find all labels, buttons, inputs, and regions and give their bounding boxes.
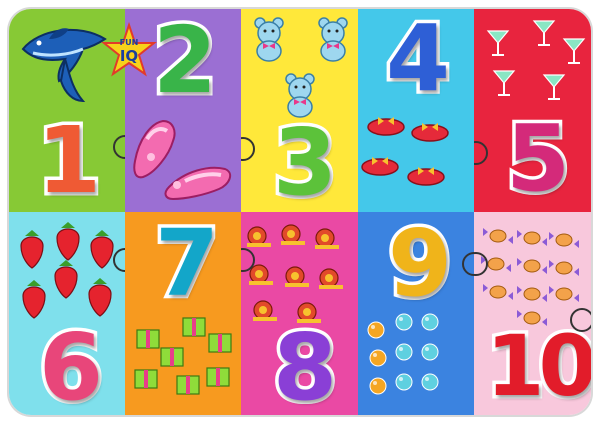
cocktail-glass-icon bbox=[486, 20, 586, 100]
puzzle-piece-10[interactable]: 10 bbox=[474, 212, 591, 415]
number-9: 9 bbox=[384, 212, 455, 317]
puzzle-knob bbox=[474, 141, 488, 165]
number-3: 3 bbox=[269, 109, 340, 212]
strawberry-icon bbox=[20, 222, 114, 319]
number-8: 8 bbox=[269, 314, 340, 415]
puzzle-knob bbox=[241, 137, 255, 161]
puzzle-knob bbox=[462, 252, 474, 276]
number-5: 5 bbox=[502, 105, 573, 212]
marble-icon bbox=[367, 313, 439, 395]
logo-word-iq: IQ bbox=[120, 47, 138, 65]
number-2: 2 bbox=[149, 9, 220, 114]
puzzle-knob bbox=[570, 308, 591, 332]
puzzle-piece-6[interactable]: 6 bbox=[9, 212, 125, 415]
puzzle-piece-5[interactable]: 5 bbox=[474, 9, 591, 212]
puzzle-piece-7[interactable]: 7 bbox=[125, 212, 241, 415]
number-10: 10 bbox=[483, 317, 591, 415]
logo-word-fun: FUN bbox=[120, 38, 139, 47]
puzzle-knob bbox=[113, 135, 125, 159]
puzzle-piece-8[interactable]: 8 bbox=[241, 212, 358, 415]
number-7: 7 bbox=[151, 212, 222, 317]
ballet-shoe-icon bbox=[133, 119, 232, 201]
fun-iq-logo: FUN IQ bbox=[101, 21, 157, 79]
number-6: 6 bbox=[35, 314, 106, 415]
gift-box-icon bbox=[134, 317, 232, 395]
number-1: 1 bbox=[33, 107, 104, 212]
puzzle-piece-3[interactable]: 3 bbox=[241, 9, 358, 212]
number-puzzle-board: 1 2 3 4 5 6 7 8 9 10 FUN IQ bbox=[9, 9, 591, 415]
snail-icon bbox=[247, 224, 343, 323]
puzzle-piece-9[interactable]: 9 bbox=[358, 212, 474, 415]
puzzle-piece-4[interactable]: 4 bbox=[358, 9, 474, 212]
red-hat-icon bbox=[361, 117, 449, 186]
number-4: 4 bbox=[382, 9, 453, 112]
